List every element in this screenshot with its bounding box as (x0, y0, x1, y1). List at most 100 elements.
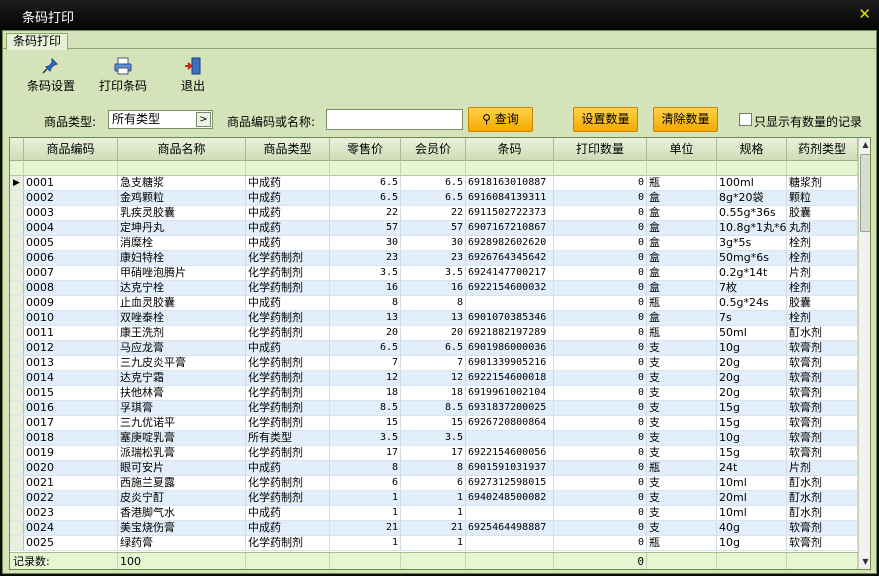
cell-unit[interactable]: 支 (647, 341, 717, 355)
cell-print-qty[interactable]: 0 (554, 446, 647, 460)
cell-barcode[interactable]: 6918163010887 (466, 176, 554, 190)
cell-code[interactable]: 0002 (24, 191, 118, 205)
cell-type[interactable]: 化学药制剂 (246, 536, 330, 550)
cell-member-price[interactable]: 30 (401, 236, 466, 250)
cell-barcode[interactable]: 6925464498887 (466, 521, 554, 535)
cell-barcode[interactable]: 6901591031937 (466, 461, 554, 475)
table-row[interactable]: 0012 马应龙膏 中成药 6.5 6.5 6901986000036 0 支 10g 软膏剂 (10, 341, 858, 356)
row-header[interactable] (10, 281, 24, 295)
cell-print-qty[interactable]: 0 (554, 521, 647, 535)
cell-retail-price[interactable]: 6.5 (330, 191, 401, 205)
cell-code[interactable]: 0009 (24, 296, 118, 310)
cell-barcode[interactable]: 6907167210867 (466, 221, 554, 235)
cell-dosage[interactable]: 软膏剂 (787, 356, 858, 370)
cell-unit[interactable]: 瓶 (647, 461, 717, 475)
cell-code[interactable]: 0016 (24, 401, 118, 415)
cell-code[interactable]: 0007 (24, 266, 118, 280)
col-header-print-qty[interactable]: 打印数量 (554, 138, 647, 161)
cell-member-price[interactable]: 8 (401, 461, 466, 475)
cell-code[interactable]: 0022 (24, 491, 118, 505)
cell-dosage[interactable]: 栓剂 (787, 311, 858, 325)
table-row[interactable]: 0006 康妇特栓 化学药制剂 23 23 6926764345642 0 盒 50mg*6s 栓… (10, 251, 858, 266)
cell-barcode[interactable]: 6911502722373 (466, 206, 554, 220)
cell-code[interactable]: 0003 (24, 206, 118, 220)
cell-code[interactable]: 0013 (24, 356, 118, 370)
table-row[interactable]: 0021 西施兰夏露 化学药制剂 6 6 6927312598015 0 支 10ml 酊水剂 (10, 476, 858, 491)
row-header[interactable] (10, 491, 24, 505)
cell-unit[interactable]: 支 (647, 446, 717, 460)
cell-dosage[interactable]: 酊水剂 (787, 326, 858, 340)
table-row[interactable]: 0011 康王洗剂 化学药制剂 20 20 6921882197289 0 瓶 50ml 酊水剂 (10, 326, 858, 341)
cell-print-qty[interactable]: 0 (554, 176, 647, 190)
cell-member-price[interactable]: 23 (401, 251, 466, 265)
cell-spec[interactable]: 50mg*6s (717, 251, 787, 265)
row-header[interactable] (10, 266, 24, 280)
cell-barcode[interactable]: 6921882197289 (466, 326, 554, 340)
cell-dosage[interactable]: 软膏剂 (787, 416, 858, 430)
grid-filter-row[interactable] (10, 161, 858, 176)
exit-button[interactable]: 退出 (173, 57, 213, 94)
cell-spec[interactable]: 15g (717, 446, 787, 460)
cell-member-price[interactable]: 18 (401, 386, 466, 400)
row-header[interactable] (10, 446, 24, 460)
cell-type[interactable]: 中成药 (246, 191, 330, 205)
cell-spec[interactable]: 8g*20袋 (717, 191, 787, 205)
cell-name[interactable]: 三九皮炎平膏 (118, 356, 246, 370)
cell-dosage[interactable]: 软膏剂 (787, 536, 858, 550)
cell-member-price[interactable]: 17 (401, 446, 466, 460)
cell-retail-price[interactable]: 23 (330, 251, 401, 265)
cell-code[interactable]: 0014 (24, 371, 118, 385)
cell-type[interactable]: 化学药制剂 (246, 326, 330, 340)
cell-member-price[interactable]: 12 (401, 371, 466, 385)
cell-retail-price[interactable]: 3.5 (330, 266, 401, 280)
cell-member-price[interactable]: 1 (401, 491, 466, 505)
cell-print-qty[interactable]: 0 (554, 356, 647, 370)
cell-member-price[interactable]: 21 (401, 521, 466, 535)
cell-type[interactable]: 化学药制剂 (246, 401, 330, 415)
cell-unit[interactable]: 支 (647, 371, 717, 385)
cell-name[interactable]: 达克宁栓 (118, 281, 246, 295)
cell-type[interactable]: 中成药 (246, 236, 330, 250)
col-header-barcode[interactable]: 条码 (466, 138, 554, 161)
cell-code[interactable]: 0001 (24, 176, 118, 190)
cell-print-qty[interactable]: 0 (554, 281, 647, 295)
cell-retail-price[interactable]: 57 (330, 221, 401, 235)
cell-spec[interactable]: 10g (717, 341, 787, 355)
cell-member-price[interactable]: 20 (401, 326, 466, 340)
table-row[interactable]: 0024 美宝烧伤膏 中成药 21 21 6925464498887 0 支 40g 软膏剂 (10, 521, 858, 536)
cell-code[interactable]: 0017 (24, 416, 118, 430)
table-row[interactable]: 0004 定坤丹丸 中成药 57 57 6907167210867 0 盒 10.8g*1丸*6… (10, 221, 858, 236)
close-icon[interactable]: ✕ (858, 5, 871, 23)
cell-name[interactable]: 孚琪膏 (118, 401, 246, 415)
cell-print-qty[interactable]: 0 (554, 491, 647, 505)
cell-code[interactable]: 0008 (24, 281, 118, 295)
table-row[interactable]: 0013 三九皮炎平膏 化学药制剂 7 7 6901339905216 0 支 20g 软膏剂 (10, 356, 858, 371)
cell-member-price[interactable]: 3.5 (401, 266, 466, 280)
cell-member-price[interactable]: 57 (401, 221, 466, 235)
cell-spec[interactable]: 24t (717, 461, 787, 475)
vertical-scrollbar[interactable]: ▲ ▼ (858, 138, 870, 569)
tab-barcode-print[interactable]: 条码打印 (6, 33, 69, 50)
table-row[interactable]: 0022 皮炎宁酊 化学药制剂 1 1 6940248500082 0 支 20ml 酊水剂 (10, 491, 858, 506)
cell-type[interactable]: 中成药 (246, 341, 330, 355)
cell-spec[interactable]: 7s (717, 311, 787, 325)
cell-unit[interactable]: 盒 (647, 311, 717, 325)
cell-type[interactable]: 中成药 (246, 521, 330, 535)
cell-retail-price[interactable]: 30 (330, 236, 401, 250)
cell-name[interactable]: 消糜栓 (118, 236, 246, 250)
cell-spec[interactable]: 10.8g*1丸*6 (717, 221, 787, 235)
cell-type[interactable]: 化学药制剂 (246, 281, 330, 295)
only-quantity-checkbox[interactable] (739, 113, 752, 126)
cell-type[interactable]: 化学药制剂 (246, 386, 330, 400)
cell-spec[interactable]: 15g (717, 401, 787, 415)
cell-dosage[interactable]: 软膏剂 (787, 341, 858, 355)
cell-unit[interactable]: 盒 (647, 281, 717, 295)
cell-retail-price[interactable]: 6.5 (330, 176, 401, 190)
cell-retail-price[interactable]: 17 (330, 446, 401, 460)
row-header[interactable] (10, 536, 24, 550)
cell-print-qty[interactable]: 0 (554, 476, 647, 490)
cell-unit[interactable]: 支 (647, 401, 717, 415)
cell-type[interactable]: 化学药制剂 (246, 476, 330, 490)
cell-print-qty[interactable]: 0 (554, 236, 647, 250)
cell-type[interactable]: 化学药制剂 (246, 446, 330, 460)
